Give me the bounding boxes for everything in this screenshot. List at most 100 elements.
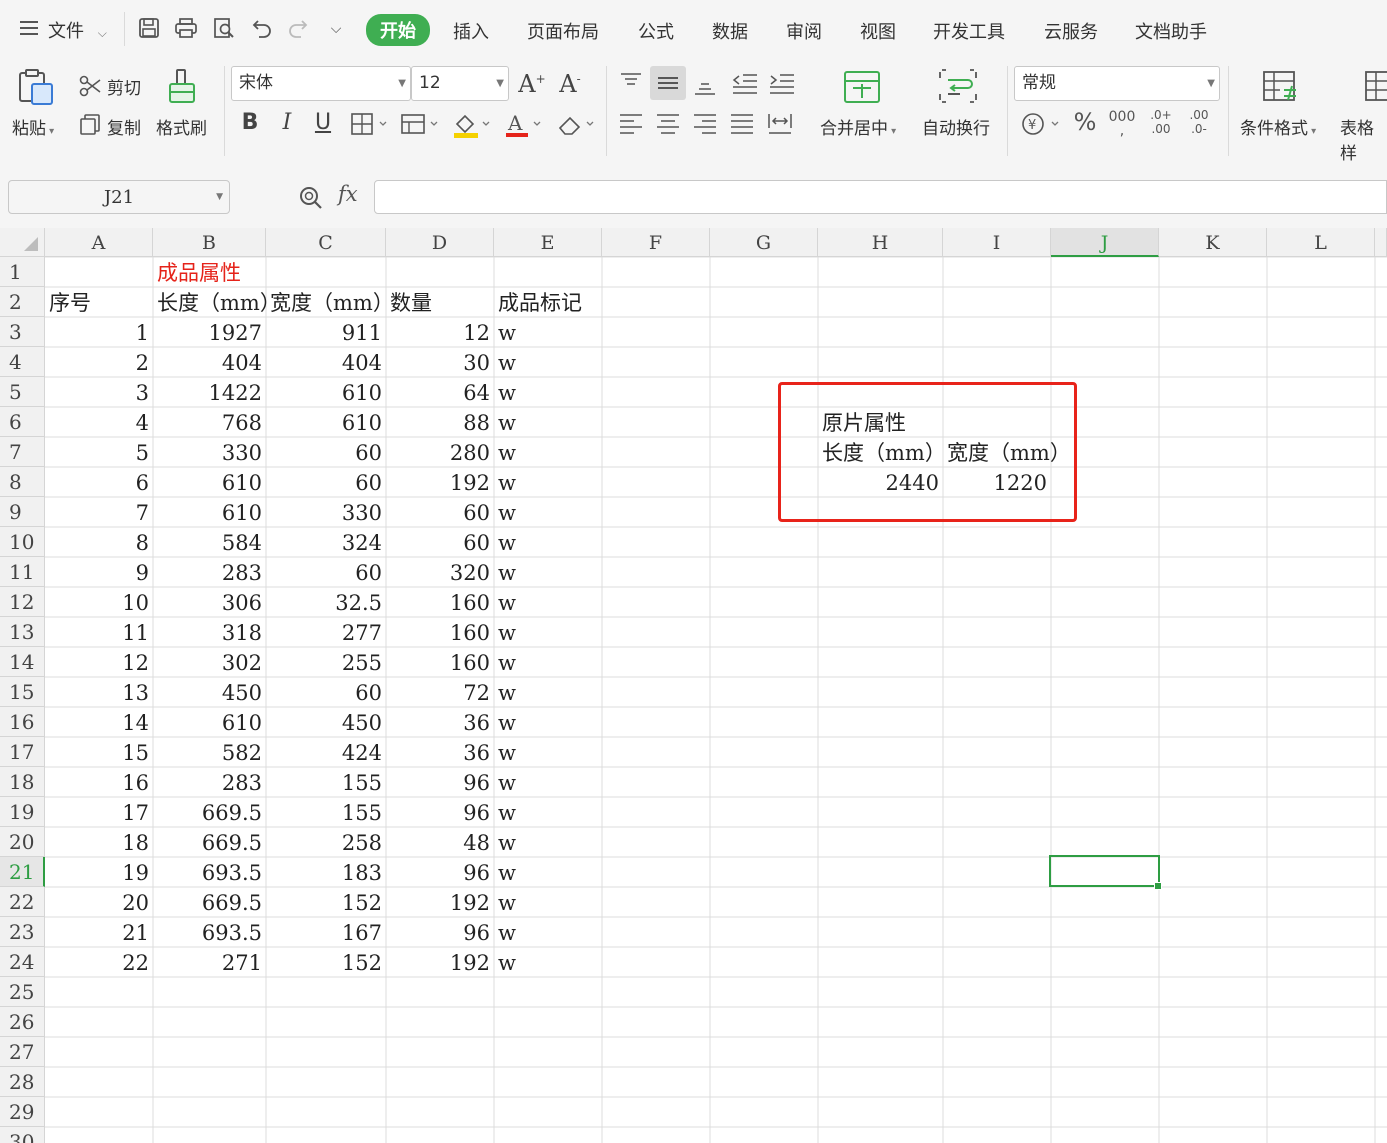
conditional-format-button[interactable]: 条件格式 ▾: [1240, 114, 1316, 139]
row-header-28[interactable]: 28: [0, 1067, 45, 1097]
cell-d9[interactable]: 60: [386, 497, 494, 527]
cell-d22[interactable]: 192: [386, 887, 494, 917]
format-painter-button[interactable]: 格式刷: [156, 114, 207, 139]
cell-b23[interactable]: 693.5: [153, 917, 266, 947]
fill-handle[interactable]: [1154, 882, 1162, 890]
align-right-icon[interactable]: [692, 110, 718, 136]
cell-b17[interactable]: 582: [153, 737, 266, 767]
cell-e11[interactable]: w: [494, 557, 602, 587]
tab-cloud[interactable]: 云服务: [1044, 18, 1098, 44]
column-header-g[interactable]: G: [710, 228, 818, 257]
cell-c4[interactable]: 404: [266, 347, 386, 377]
cell-a13[interactable]: 11: [45, 617, 153, 647]
cell-c5[interactable]: 610: [266, 377, 386, 407]
row-header-16[interactable]: 16: [0, 707, 45, 737]
cell-c14[interactable]: 255: [266, 647, 386, 677]
thousands-separator-icon[interactable]: 000,: [1108, 110, 1136, 138]
cell-c13[interactable]: 277: [266, 617, 386, 647]
row-header-3[interactable]: 3: [0, 317, 45, 347]
cell-a9[interactable]: 7: [45, 497, 153, 527]
row-header-12[interactable]: 12: [0, 587, 45, 617]
cell-e8[interactable]: w: [494, 467, 602, 497]
column-header-d[interactable]: D: [386, 228, 494, 257]
cell-e24[interactable]: w: [494, 947, 602, 977]
cell-d20[interactable]: 48: [386, 827, 494, 857]
decrease-font-icon[interactable]: A-: [556, 70, 584, 98]
cell-a18[interactable]: 16: [45, 767, 153, 797]
cell-e16[interactable]: w: [494, 707, 602, 737]
cell-e10[interactable]: w: [494, 527, 602, 557]
cell-b4[interactable]: 404: [153, 347, 266, 377]
row-header-17[interactable]: 17: [0, 737, 45, 767]
cell-e19[interactable]: w: [494, 797, 602, 827]
cell-a22[interactable]: 20: [45, 887, 153, 917]
cell-d12[interactable]: 160: [386, 587, 494, 617]
cell-d15[interactable]: 72: [386, 677, 494, 707]
column-header-k[interactable]: K: [1159, 228, 1267, 257]
cell-c15[interactable]: 60: [266, 677, 386, 707]
cell-d3[interactable]: 12: [386, 317, 494, 347]
cell-d8[interactable]: 192: [386, 467, 494, 497]
cell-e6[interactable]: w: [494, 407, 602, 437]
cell-a15[interactable]: 13: [45, 677, 153, 707]
cell-c20[interactable]: 258: [266, 827, 386, 857]
row-header-8[interactable]: 8: [0, 467, 45, 497]
row-header-21[interactable]: 21: [0, 857, 45, 887]
cell-b2[interactable]: 长度（mm）: [153, 287, 281, 317]
cell-d11[interactable]: 320: [386, 557, 494, 587]
tab-page-layout[interactable]: 页面布局: [527, 18, 599, 44]
cell-d6[interactable]: 88: [386, 407, 494, 437]
cell-b7[interactable]: 330: [153, 437, 266, 467]
increase-indent-icon[interactable]: [768, 70, 796, 96]
cell-b10[interactable]: 584: [153, 527, 266, 557]
number-format-select[interactable]: 常规 ▼: [1014, 66, 1220, 101]
row-header-13[interactable]: 13: [0, 617, 45, 647]
cell-b6[interactable]: 768: [153, 407, 266, 437]
cell-a5[interactable]: 3: [45, 377, 153, 407]
cell-a24[interactable]: 22: [45, 947, 153, 977]
row-header-2[interactable]: 2: [0, 287, 45, 317]
spreadsheet-grid[interactable]: A B C D E F G H I J K L 1 2 3 4 5 6 7 8 9 10 11 12 1…: [0, 228, 1387, 1143]
bold-icon[interactable]: B: [238, 110, 262, 138]
row-header-1[interactable]: 1: [0, 257, 45, 287]
decrease-indent-icon[interactable]: [731, 70, 759, 96]
cell-c3[interactable]: 911: [266, 317, 386, 347]
increase-font-icon[interactable]: A+: [518, 70, 546, 98]
cell-a11[interactable]: 9: [45, 557, 153, 587]
copy-button[interactable]: 复制: [107, 114, 141, 139]
cell-d19[interactable]: 96: [386, 797, 494, 827]
tab-formulas[interactable]: 公式: [638, 18, 674, 44]
column-header-e[interactable]: E: [494, 228, 602, 257]
print-icon[interactable]: [174, 17, 198, 41]
cell-e13[interactable]: w: [494, 617, 602, 647]
format-painter-icon[interactable]: [166, 68, 200, 108]
row-header-4[interactable]: 4: [0, 347, 45, 377]
tab-data[interactable]: 数据: [712, 18, 748, 44]
paste-button[interactable]: 粘贴 ▾: [12, 114, 54, 139]
column-header-j[interactable]: J: [1051, 228, 1159, 257]
cell-a4[interactable]: 2: [45, 347, 153, 377]
cell-e12[interactable]: w: [494, 587, 602, 617]
print-preview-icon[interactable]: [212, 17, 236, 41]
cell-e18[interactable]: w: [494, 767, 602, 797]
wrap-text-button[interactable]: 自动换行: [922, 114, 990, 139]
cell-b21[interactable]: 693.5: [153, 857, 266, 887]
cell-a17[interactable]: 15: [45, 737, 153, 767]
cell-c7[interactable]: 60: [266, 437, 386, 467]
row-header-6[interactable]: 6: [0, 407, 45, 437]
cell-a23[interactable]: 21: [45, 917, 153, 947]
cell-e3[interactable]: w: [494, 317, 602, 347]
select-all-corner[interactable]: [0, 228, 45, 257]
cell-a2[interactable]: 序号: [45, 287, 153, 317]
cell-d24[interactable]: 192: [386, 947, 494, 977]
cell-d10[interactable]: 60: [386, 527, 494, 557]
currency-icon[interactable]: ¥: [1020, 110, 1064, 138]
tab-home[interactable]: 开始: [366, 14, 430, 46]
cell-c19[interactable]: 155: [266, 797, 386, 827]
redo-icon[interactable]: [286, 17, 310, 41]
cell-b11[interactable]: 283: [153, 557, 266, 587]
row-header-14[interactable]: 14: [0, 647, 45, 677]
merge-center-button[interactable]: 合并居中 ▾: [820, 114, 896, 139]
row-header-29[interactable]: 29: [0, 1097, 45, 1127]
row-header-30[interactable]: 30: [0, 1127, 45, 1143]
